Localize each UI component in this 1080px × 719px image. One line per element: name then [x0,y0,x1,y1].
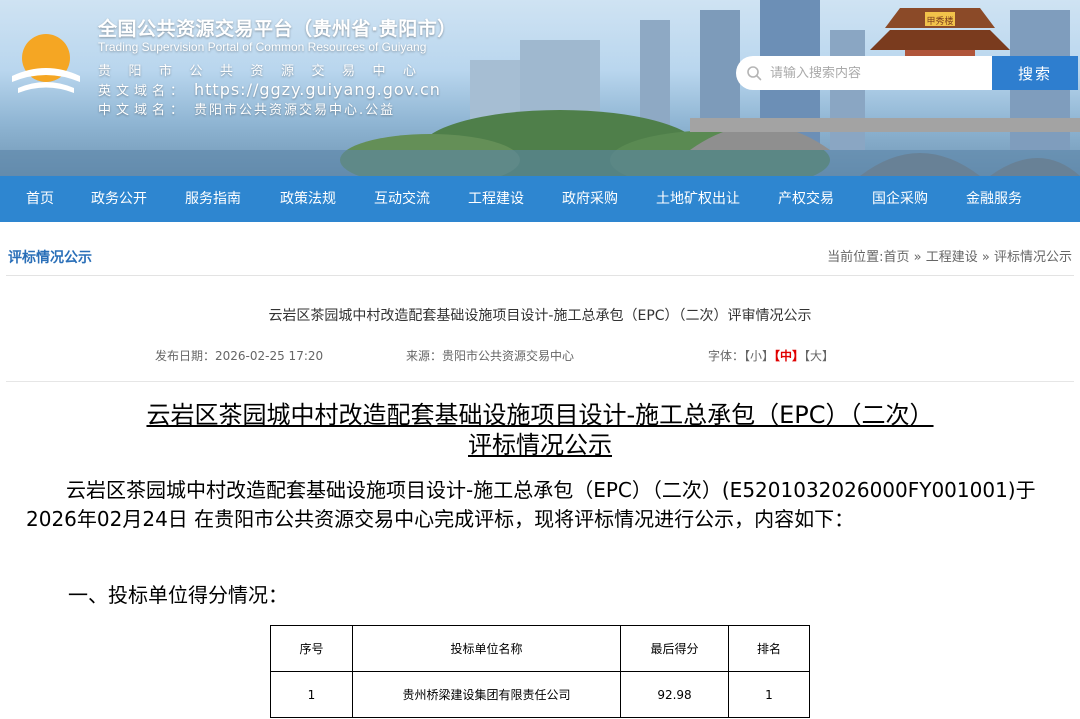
section-heading-scores: 一、投标单位得分情况： [68,583,288,607]
cell-score: 92.98 [620,671,729,718]
nav-item-finance[interactable]: 金融服务 [966,176,1022,222]
en-domain-row: 英文域名： https://ggzy.guiyang.gov.cn [98,80,441,99]
cell-rank: 1 [728,671,810,718]
font-size-small-button[interactable]: 【小】 [744,349,774,363]
col-header-index: 序号 [270,625,353,672]
font-size-control: 字体：【小】【中】【大】 [708,347,834,364]
site-title: 全国公共资源交易平台（贵州省·贵阳市） [98,18,457,40]
col-header-rank: 排名 [728,625,810,672]
document-intro-paragraph: 云岩区茶园城中村改造配套基础设施项目设计-施工总承包（EPC）（二次）(E520… [26,478,1036,531]
en-domain-value: https://ggzy.guiyang.gov.cn [194,80,441,99]
site-logo-icon [12,34,80,93]
cell-index: 1 [270,671,353,718]
score-table: 序号 投标单位名称 最后得分 排名 1 贵州桥梁建设集团有限责任公司 92.98… [270,625,810,718]
breadcrumb[interactable]: 当前位置:首页 » 工程建设 » 评标情况公示 [827,246,1072,265]
font-size-label: 字体： [708,349,745,363]
site-subtitle: Trading Supervision Portal of Common Res… [98,40,427,54]
center-name: 贵阳市公共资源交易中心 [98,64,434,79]
section-title: 评标情况公示 [8,250,92,266]
col-header-bidder: 投标单位名称 [352,625,621,672]
document-heading-line1: 云岩区茶园城中村改造配套基础设施项目设计-施工总承包（EPC）（二次） [146,401,934,429]
article-source: 来源：贵阳市公共资源交易中心 [406,349,575,363]
search-input[interactable] [770,65,970,81]
nav-item-service-guide[interactable]: 服务指南 [185,176,241,222]
document-heading: 云岩区茶园城中村改造配套基础设施项目设计-施工总承包（EPC）（二次） 评标情况… [0,400,1080,460]
table-row: 1 贵州桥梁建设集团有限责任公司 92.98 1 [270,671,810,718]
nav-item-land-mining[interactable]: 土地矿权出让 [656,176,740,222]
cn-domain-value: 贵阳市公共资源交易中心.公益 [194,103,396,118]
nav-item-gov-affairs[interactable]: 政务公开 [91,176,147,222]
nav-item-soe-procurement[interactable]: 国企采购 [872,176,928,222]
article-title: 云岩区茶园城中村改造配套基础设施项目设计-施工总承包（EPC）（二次）评审情况公… [268,308,812,324]
nav-item-policies[interactable]: 政策法规 [280,176,336,222]
publish-date: 发布日期：2026-02-25 17:20 [155,349,324,363]
nav-item-engineering[interactable]: 工程建设 [468,176,524,222]
en-domain-label: 英文域名： [98,84,189,99]
search-icon [747,66,762,81]
table-header-row: 序号 投标单位名称 最后得分 排名 [270,625,810,672]
cn-domain-row: 中文域名： 贵阳市公共资源交易中心.公益 [98,99,395,118]
breadcrumb-bar: 评标情况公示 当前位置:首页 » 工程建设 » 评标情况公示 [6,236,1074,276]
font-size-large-button[interactable]: 【大】 [804,349,834,363]
cn-domain-label: 中文域名： [98,103,189,118]
document-heading-line2: 评标情况公示 [468,431,612,459]
col-header-score: 最后得分 [620,625,729,672]
nav-item-home[interactable]: 首页 [26,176,54,222]
header-banner: 甲秀楼 全国公共资源交易平台（贵州省·贵阳市） Trading Supervis… [0,0,1080,176]
nav-item-interaction[interactable]: 互动交流 [374,176,430,222]
divider [6,381,1074,382]
font-size-medium-button[interactable]: 【中】 [774,349,804,363]
cell-bidder: 贵州桥梁建设集团有限责任公司 [352,671,621,718]
search-box [736,56,992,90]
pavilion-sign: 甲秀楼 [926,15,953,27]
main-nav: 首页 政务公开 服务指南 政策法规 互动交流 工程建设 政府采购 土地矿权出让 … [0,176,1080,222]
search-button[interactable]: 搜索 [992,56,1078,90]
nav-item-property[interactable]: 产权交易 [778,176,834,222]
nav-item-gov-procurement[interactable]: 政府采购 [562,176,618,222]
